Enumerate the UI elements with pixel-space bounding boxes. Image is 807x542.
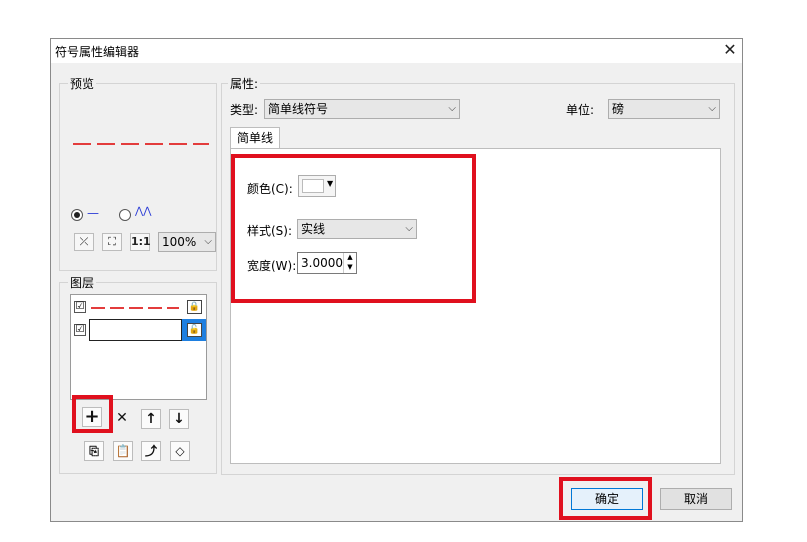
style-select[interactable]: 实线 ⌵ bbox=[297, 219, 417, 239]
layer-lock-icon[interactable]: 🔒 bbox=[187, 300, 202, 314]
chevron-down-icon: ⌵ bbox=[448, 103, 456, 114]
title-bar: 符号属性编辑器 ✕ bbox=[51, 39, 742, 63]
type-select[interactable]: 简单线符号 ⌵ bbox=[264, 99, 460, 119]
style-select-value: 实线 bbox=[301, 222, 326, 236]
properties-label: 属性: bbox=[228, 75, 261, 92]
stepper-down-icon[interactable]: ▼ bbox=[343, 263, 356, 273]
unit-select[interactable]: 磅 ⌵ bbox=[608, 99, 720, 119]
close-icon[interactable]: ✕ bbox=[720, 40, 740, 60]
ok-button[interactable]: 确定 bbox=[571, 488, 643, 510]
cancel-button[interactable]: 取消 bbox=[660, 488, 732, 510]
type-select-value: 简单线符号 bbox=[268, 102, 329, 116]
unit-label: 单位: bbox=[566, 103, 595, 117]
stepper-up-icon[interactable]: ▲ bbox=[343, 253, 356, 263]
zoom-fit-icon[interactable]: ⛶ bbox=[102, 233, 122, 251]
ok-button-label: 确定 bbox=[594, 492, 619, 506]
symbol-editor-dialog: 符号属性编辑器 ✕ 预览 — ⋀⋀ ⤫ ⛶ 1:1 100% ⌵ 图层 ☑ 🔒 … bbox=[50, 38, 743, 522]
actual-size-icon[interactable]: 1:1 bbox=[130, 233, 151, 251]
tab-simple-line[interactable]: 简单线 bbox=[230, 127, 280, 149]
color-dropdown-icon: ▼ bbox=[327, 179, 334, 188]
paste-icon[interactable]: 📋 bbox=[113, 441, 133, 461]
radio-line-preview[interactable] bbox=[71, 209, 83, 221]
width-label: 宽度(W): bbox=[247, 259, 297, 273]
width-input[interactable]: 3.0000 bbox=[301, 256, 343, 270]
width-stepper[interactable]: 3.0000 ▲ ▼ bbox=[297, 252, 357, 274]
tag-icon[interactable]: ◇ bbox=[170, 441, 190, 461]
dialog-title: 符号属性编辑器 bbox=[55, 45, 140, 59]
cancel-button-label: 取消 bbox=[683, 492, 708, 506]
chevron-down-icon: ⌵ bbox=[204, 236, 212, 247]
color-picker[interactable]: ▼ bbox=[298, 175, 336, 197]
style-label: 样式(S): bbox=[247, 224, 293, 238]
copy-icon[interactable]: ⎘ bbox=[84, 441, 104, 461]
delete-layer-icon[interactable]: ✕ bbox=[112, 409, 132, 429]
layer-checkbox[interactable]: ☑ bbox=[74, 301, 86, 313]
move-down-icon[interactable]: ↓ bbox=[169, 409, 189, 429]
layer-item-selected[interactable]: ☑ 🔓 bbox=[71, 319, 206, 341]
tab-simple-line-label: 简单线 bbox=[236, 131, 273, 145]
unit-select-value: 磅 bbox=[612, 102, 625, 116]
zoom-select[interactable]: 100% ⌵ bbox=[158, 232, 216, 252]
radio-wave-preview[interactable] bbox=[119, 209, 131, 221]
layer-dashed-line bbox=[91, 307, 179, 309]
layers-label: 图层 bbox=[68, 274, 97, 291]
layer-item-dashed[interactable]: ☑ 🔒 bbox=[71, 295, 206, 317]
preview-label: 预览 bbox=[68, 75, 97, 92]
line-mode-icon: — bbox=[87, 206, 99, 220]
zoom-select-value: 100% bbox=[162, 235, 197, 249]
zoom-out-icon[interactable]: ⤫ bbox=[74, 233, 94, 251]
layers-list[interactable]: ☑ 🔒 ☑ 🔓 bbox=[70, 294, 207, 400]
chevron-down-icon: ⌵ bbox=[405, 223, 413, 234]
type-label: 类型: bbox=[230, 103, 259, 117]
layer-simple-line bbox=[89, 319, 182, 341]
add-layer-button[interactable]: + bbox=[82, 407, 102, 427]
move-up-icon[interactable]: ↑ bbox=[141, 409, 161, 429]
import-icon[interactable]: ⤴ bbox=[141, 441, 161, 461]
layer-checkbox[interactable]: ☑ bbox=[74, 324, 86, 336]
preview-line bbox=[73, 143, 209, 145]
color-label: 颜色(C): bbox=[247, 182, 293, 196]
color-swatch bbox=[302, 179, 324, 193]
layer-unlock-icon[interactable]: 🔓 bbox=[187, 323, 202, 337]
wave-mode-icon: ⋀⋀ bbox=[135, 206, 152, 217]
chevron-down-icon: ⌵ bbox=[708, 103, 716, 114]
